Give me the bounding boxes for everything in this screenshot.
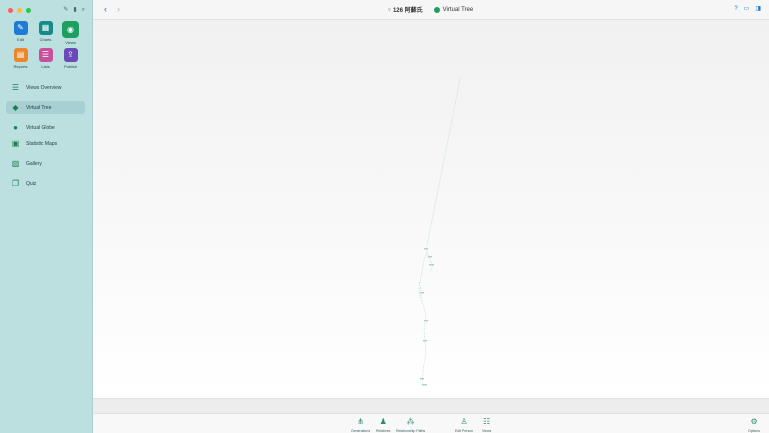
tool-label: Reports [13, 64, 28, 69]
pin-icon: ⚲ [388, 7, 391, 12]
views-button[interactable]: ☷ Views [482, 417, 491, 433]
relationship-paths-button[interactable]: ⁂ Relationship Paths [396, 417, 425, 433]
button-label: Relationship Paths [396, 429, 426, 433]
window-controls [8, 8, 31, 13]
options-icon: ⚙ [750, 417, 758, 426]
charts-icon: ▦ [38, 21, 53, 35]
sidebar-item-label: Virtual Tree [26, 104, 52, 111]
sidebar-item-label: Gallery [26, 160, 42, 167]
tool-label: Charts [39, 37, 52, 42]
button-label: Views [482, 429, 492, 433]
record-title[interactable]: 126 阿蘇氏 [393, 5, 423, 14]
button-label: Options [748, 429, 761, 433]
sidebar-item-statistic-maps[interactable]: ▣ Statistic Maps [6, 137, 85, 150]
title-bar: ⚲ 126 阿蘇氏 Virtual Tree [388, 5, 473, 14]
tool-label: Publish [63, 64, 78, 69]
main-tool-grid: ✎ Edit ▦ Charts ◉ Views ▤ Reports ☰ List… [8, 21, 84, 69]
views-overview-icon: ☰ [11, 83, 20, 92]
relatives-icon: ♟ [379, 417, 387, 426]
button-label: Generations [351, 429, 371, 433]
back-chevron-icon[interactable]: ‹ [104, 4, 107, 15]
sidebar-item-label: Quiz [26, 180, 37, 187]
gallery-icon: ▧ [11, 159, 20, 168]
edit-person-button[interactable]: ♙ Edit Person [455, 417, 473, 433]
sidebar-item-virtual-globe[interactable]: ● Virtual Globe [6, 121, 85, 134]
view-status-icon [433, 6, 440, 13]
button-label: Relatives [376, 429, 391, 433]
help-icon[interactable]: ? [734, 5, 737, 13]
virtual-tree-canvas[interactable] [93, 20, 769, 398]
lists-icon: ☰ [38, 48, 53, 62]
tool-label: Edit [17, 37, 24, 42]
bottom-toolbar: ⋔ Generations ♟ Relatives ⁂ Relationship… [93, 413, 769, 433]
inspector-panel-icon[interactable]: ◨ [755, 5, 761, 13]
reports-icon: ▤ [13, 48, 28, 62]
search-person-icon[interactable]: ⌕ [82, 6, 85, 14]
eye-icon: ◉ [62, 21, 79, 38]
canvas-footer-strip [93, 398, 769, 413]
sidebar-item-label: Virtual Globe [26, 124, 55, 131]
edit-person-icon: ♙ [460, 417, 468, 426]
minimize-window-button[interactable] [17, 8, 22, 13]
tree-lines [418, 76, 461, 387]
topbar-right-tools: ? ▭ ◨ [734, 5, 761, 13]
tool-views[interactable]: ◉ Views [58, 21, 83, 45]
options-button[interactable]: ⚙ Options [748, 417, 760, 433]
close-window-button[interactable] [8, 8, 13, 13]
virtual-tree-drawing [418, 76, 461, 387]
statistic-maps-icon: ▣ [11, 139, 20, 148]
tree-nodes [420, 248, 434, 386]
virtual-tree-icon: ◆ [12, 103, 19, 112]
forward-chevron-icon[interactable]: › [117, 4, 120, 15]
sidebar-item-quiz[interactable]: ❐ Quiz [6, 177, 85, 190]
relatives-button[interactable]: ♟ Relatives [376, 417, 390, 433]
bookmark-icon[interactable]: ▮ [73, 6, 76, 14]
button-label: Edit Person [455, 429, 474, 433]
tool-lists[interactable]: ☰ Lists [33, 48, 58, 69]
generations-button[interactable]: ⋔ Generations [351, 417, 370, 433]
globe-icon: ● [13, 123, 18, 132]
tool-publish[interactable]: ⇪ Publish [58, 48, 83, 69]
sidebar-item-gallery[interactable]: ▧ Gallery [6, 157, 85, 170]
top-toolbar: ‹ › ⚲ 126 阿蘇氏 Virtual Tree ? ▭ ◨ [93, 0, 769, 20]
views-icon: ☷ [483, 417, 491, 426]
sidebar-item-label: Statistic Maps [26, 140, 58, 147]
tool-reports[interactable]: ▤ Reports [8, 48, 33, 69]
tool-charts[interactable]: ▦ Charts [33, 21, 58, 45]
views-nav: ☰ Views Overview ◆ Virtual Tree ● Virtua… [6, 81, 85, 190]
tag-icon[interactable]: ✎ [63, 6, 68, 14]
pencil-icon: ✎ [13, 21, 28, 35]
publish-icon: ⇪ [63, 48, 78, 62]
sidebar: ✎ ▮ ⌕ ✎ Edit ▦ Charts ◉ Views ▤ Reports … [0, 0, 93, 433]
tool-edit[interactable]: ✎ Edit [8, 21, 33, 45]
zoom-window-button[interactable] [26, 8, 31, 13]
generations-icon: ⋔ [357, 417, 364, 426]
quiz-icon: ❐ [11, 179, 20, 188]
sidebar-item-views-overview[interactable]: ☰ Views Overview [6, 81, 85, 94]
sidebar-toolbar: ✎ ▮ ⌕ [63, 6, 85, 14]
relationship-paths-icon: ⁂ [406, 417, 415, 426]
tool-label: Views [65, 40, 76, 45]
window-layout-icon[interactable]: ▭ [744, 5, 750, 13]
view-title: Virtual Tree [442, 6, 474, 13]
tool-label: Lists [41, 64, 50, 69]
sidebar-item-virtual-tree[interactable]: ◆ Virtual Tree [6, 101, 85, 114]
sidebar-item-label: Views Overview [26, 84, 62, 91]
